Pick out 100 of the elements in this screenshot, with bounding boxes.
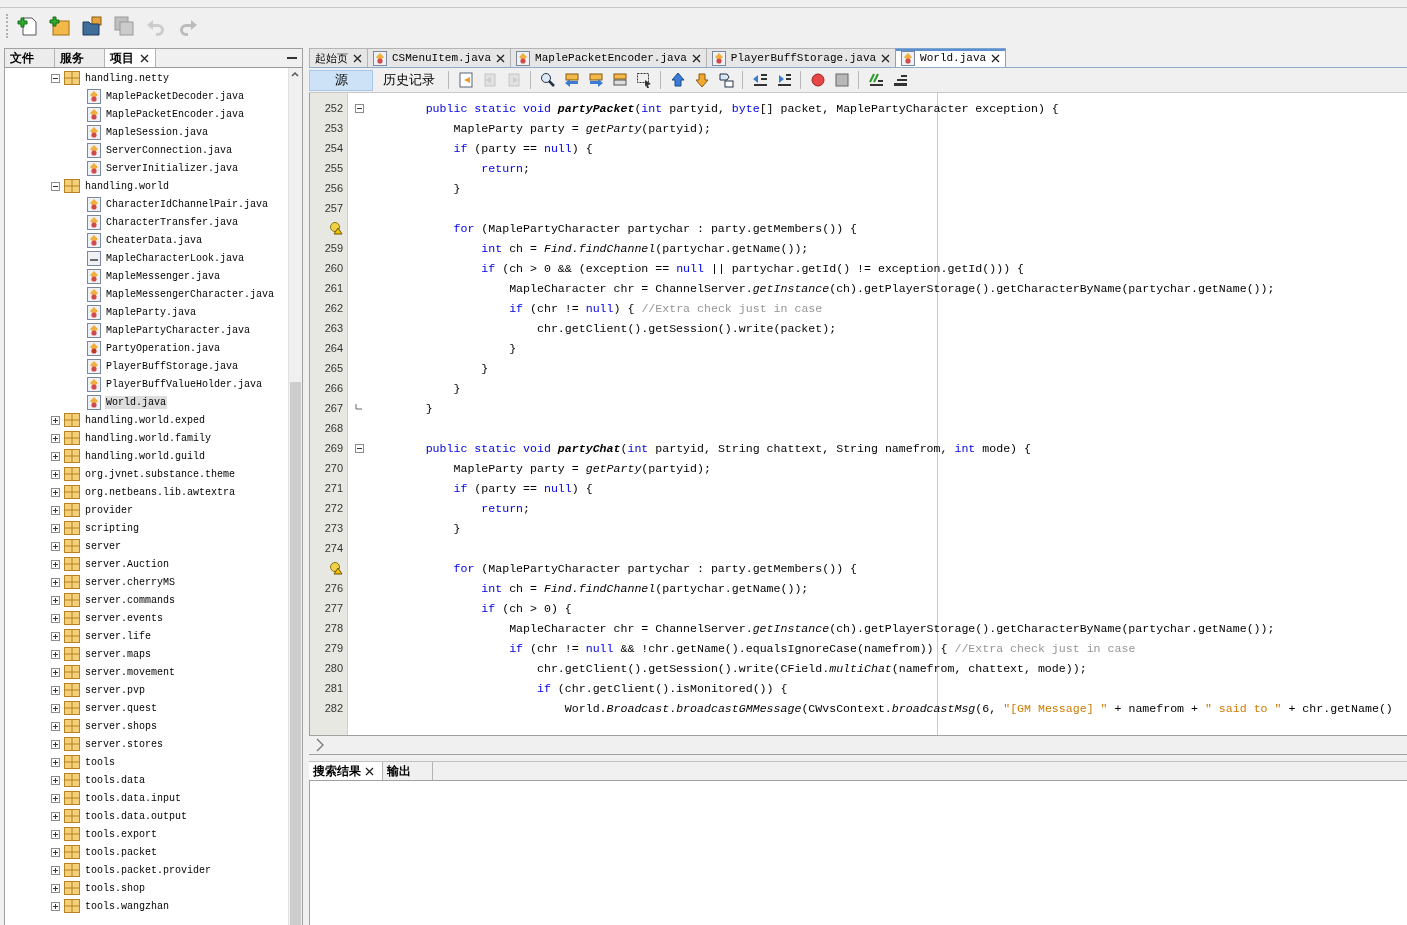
expand-icon[interactable] xyxy=(51,631,60,641)
package-name[interactable]: server.maps xyxy=(84,647,152,661)
panel-tab[interactable]: 文件 xyxy=(5,49,55,67)
expand-icon[interactable] xyxy=(51,667,60,677)
file-name[interactable]: CharacterTransfer.java xyxy=(105,215,240,229)
file-name[interactable]: MapleSession.java xyxy=(105,125,210,139)
expand-icon[interactable] xyxy=(51,847,60,857)
package-name[interactable]: server.life xyxy=(84,629,152,643)
close-icon[interactable] xyxy=(496,53,506,63)
expand-icon[interactable] xyxy=(51,451,60,461)
chevron-icon[interactable] xyxy=(315,738,325,752)
package-name[interactable]: tools.packet xyxy=(84,845,158,859)
output-tab[interactable]: 输出 xyxy=(383,762,433,780)
editor-tab[interactable]: CSMenuItem.java xyxy=(367,48,512,67)
warning-bulb-icon[interactable] xyxy=(329,221,343,235)
panel-tab[interactable]: 服务 xyxy=(55,49,105,67)
close-icon[interactable] xyxy=(365,766,374,776)
package-name[interactable]: tools.export xyxy=(84,827,158,841)
file-name[interactable]: MaplePartyCharacter.java xyxy=(105,323,252,337)
expand-icon[interactable] xyxy=(51,433,60,443)
file-name[interactable]: World.java xyxy=(105,395,167,409)
expand-icon[interactable] xyxy=(51,505,60,515)
expand-icon[interactable] xyxy=(51,901,60,911)
new-project-button[interactable] xyxy=(47,13,73,39)
expand-icon[interactable] xyxy=(51,883,60,893)
expand-icon[interactable] xyxy=(51,613,60,623)
package-name[interactable]: tools.packet.provider xyxy=(84,863,213,877)
fold-icon[interactable] xyxy=(354,103,364,113)
package-name[interactable]: scripting xyxy=(84,521,140,535)
package-name[interactable]: provider xyxy=(84,503,134,517)
package-name[interactable]: server.quest xyxy=(84,701,158,715)
file-name[interactable]: MapleMessengerCharacter.java xyxy=(105,287,276,301)
file-name[interactable]: MapleCharacterLook.java xyxy=(105,251,246,265)
expand-icon[interactable] xyxy=(51,685,60,695)
editor-tab[interactable]: MaplePacketEncoder.java xyxy=(510,48,707,67)
editor-tab[interactable]: World.java xyxy=(895,48,1007,67)
collapse-icon[interactable] xyxy=(51,73,60,83)
package-name[interactable]: handling.world.family xyxy=(84,431,213,445)
package-name[interactable]: tools.data.input xyxy=(84,791,182,805)
file-name[interactable]: MaplePacketEncoder.java xyxy=(105,107,246,121)
expand-icon[interactable] xyxy=(51,559,60,569)
expand-icon[interactable] xyxy=(51,811,60,821)
expand-icon[interactable] xyxy=(51,649,60,659)
file-name[interactable]: PlayerBuffStorage.java xyxy=(105,359,240,373)
collapse-icon[interactable] xyxy=(51,181,60,191)
package-name[interactable]: server.commands xyxy=(84,593,176,607)
package-name[interactable]: server.pvp xyxy=(84,683,146,697)
package-name[interactable]: server.movement xyxy=(84,665,176,679)
file-name[interactable]: CheaterData.java xyxy=(105,233,203,247)
package-name[interactable]: server.stores xyxy=(84,737,164,751)
editor-tab[interactable]: PlayerBuffStorage.java xyxy=(705,48,897,67)
package-name[interactable]: tools xyxy=(84,755,116,769)
package-name[interactable]: tools.wangzhan xyxy=(84,899,170,913)
expand-icon[interactable] xyxy=(51,523,60,533)
expand-icon[interactable] xyxy=(51,865,60,875)
package-name[interactable]: server.cherryMS xyxy=(84,575,176,589)
package-name[interactable]: tools.shop xyxy=(84,881,146,895)
expand-icon[interactable] xyxy=(51,721,60,731)
view-tab[interactable]: 源 xyxy=(309,69,373,91)
output-tab[interactable]: 搜索结果 xyxy=(309,762,383,780)
file-name[interactable]: MapleParty.java xyxy=(105,305,197,319)
expand-icon[interactable] xyxy=(51,595,60,605)
fold-icon[interactable] xyxy=(354,443,364,453)
close-icon[interactable] xyxy=(881,53,891,63)
expand-icon[interactable] xyxy=(51,793,60,803)
expand-icon[interactable] xyxy=(51,541,60,551)
close-icon[interactable] xyxy=(140,53,149,63)
file-name[interactable]: ServerConnection.java xyxy=(105,143,234,157)
expand-icon[interactable] xyxy=(51,415,60,425)
close-icon[interactable] xyxy=(353,53,362,63)
expand-icon[interactable] xyxy=(51,775,60,785)
package-name[interactable]: handling.netty xyxy=(84,71,170,85)
close-icon[interactable] xyxy=(691,53,701,63)
expand-icon[interactable] xyxy=(51,577,60,587)
file-name[interactable]: MapleMessenger.java xyxy=(105,269,222,283)
panel-tab[interactable]: 项目 xyxy=(105,49,156,67)
expand-icon[interactable] xyxy=(51,829,60,839)
expand-icon[interactable] xyxy=(51,487,60,497)
warning-bulb-icon[interactable] xyxy=(329,561,343,575)
package-name[interactable]: server.shops xyxy=(84,719,158,733)
open-project-button[interactable] xyxy=(79,13,105,39)
file-name[interactable]: PlayerBuffValueHolder.java xyxy=(105,377,264,391)
package-name[interactable]: handling.world.exped xyxy=(84,413,207,427)
package-name[interactable]: handling.world.guild xyxy=(84,449,207,463)
package-name[interactable]: tools.data xyxy=(84,773,146,787)
editor-tab[interactable]: 起始页 xyxy=(309,48,368,67)
expand-icon[interactable] xyxy=(51,703,60,713)
expand-icon[interactable] xyxy=(51,469,60,479)
expand-icon[interactable] xyxy=(51,757,60,767)
package-name[interactable]: tools.data.output xyxy=(84,809,189,823)
view-tab[interactable]: 历史记录 xyxy=(376,69,442,91)
package-name[interactable]: org.netbeans.lib.awtextra xyxy=(84,485,237,499)
expand-icon[interactable] xyxy=(51,739,60,749)
package-name[interactable]: server.Auction xyxy=(84,557,170,571)
package-name[interactable]: server.events xyxy=(84,611,164,625)
file-name[interactable]: CharacterIdChannelPair.java xyxy=(105,197,270,211)
file-name[interactable]: ServerInitializer.java xyxy=(105,161,240,175)
package-name[interactable]: handling.world xyxy=(84,179,170,193)
close-icon[interactable] xyxy=(991,53,1001,63)
scrollbar-thumb[interactable] xyxy=(290,382,301,925)
